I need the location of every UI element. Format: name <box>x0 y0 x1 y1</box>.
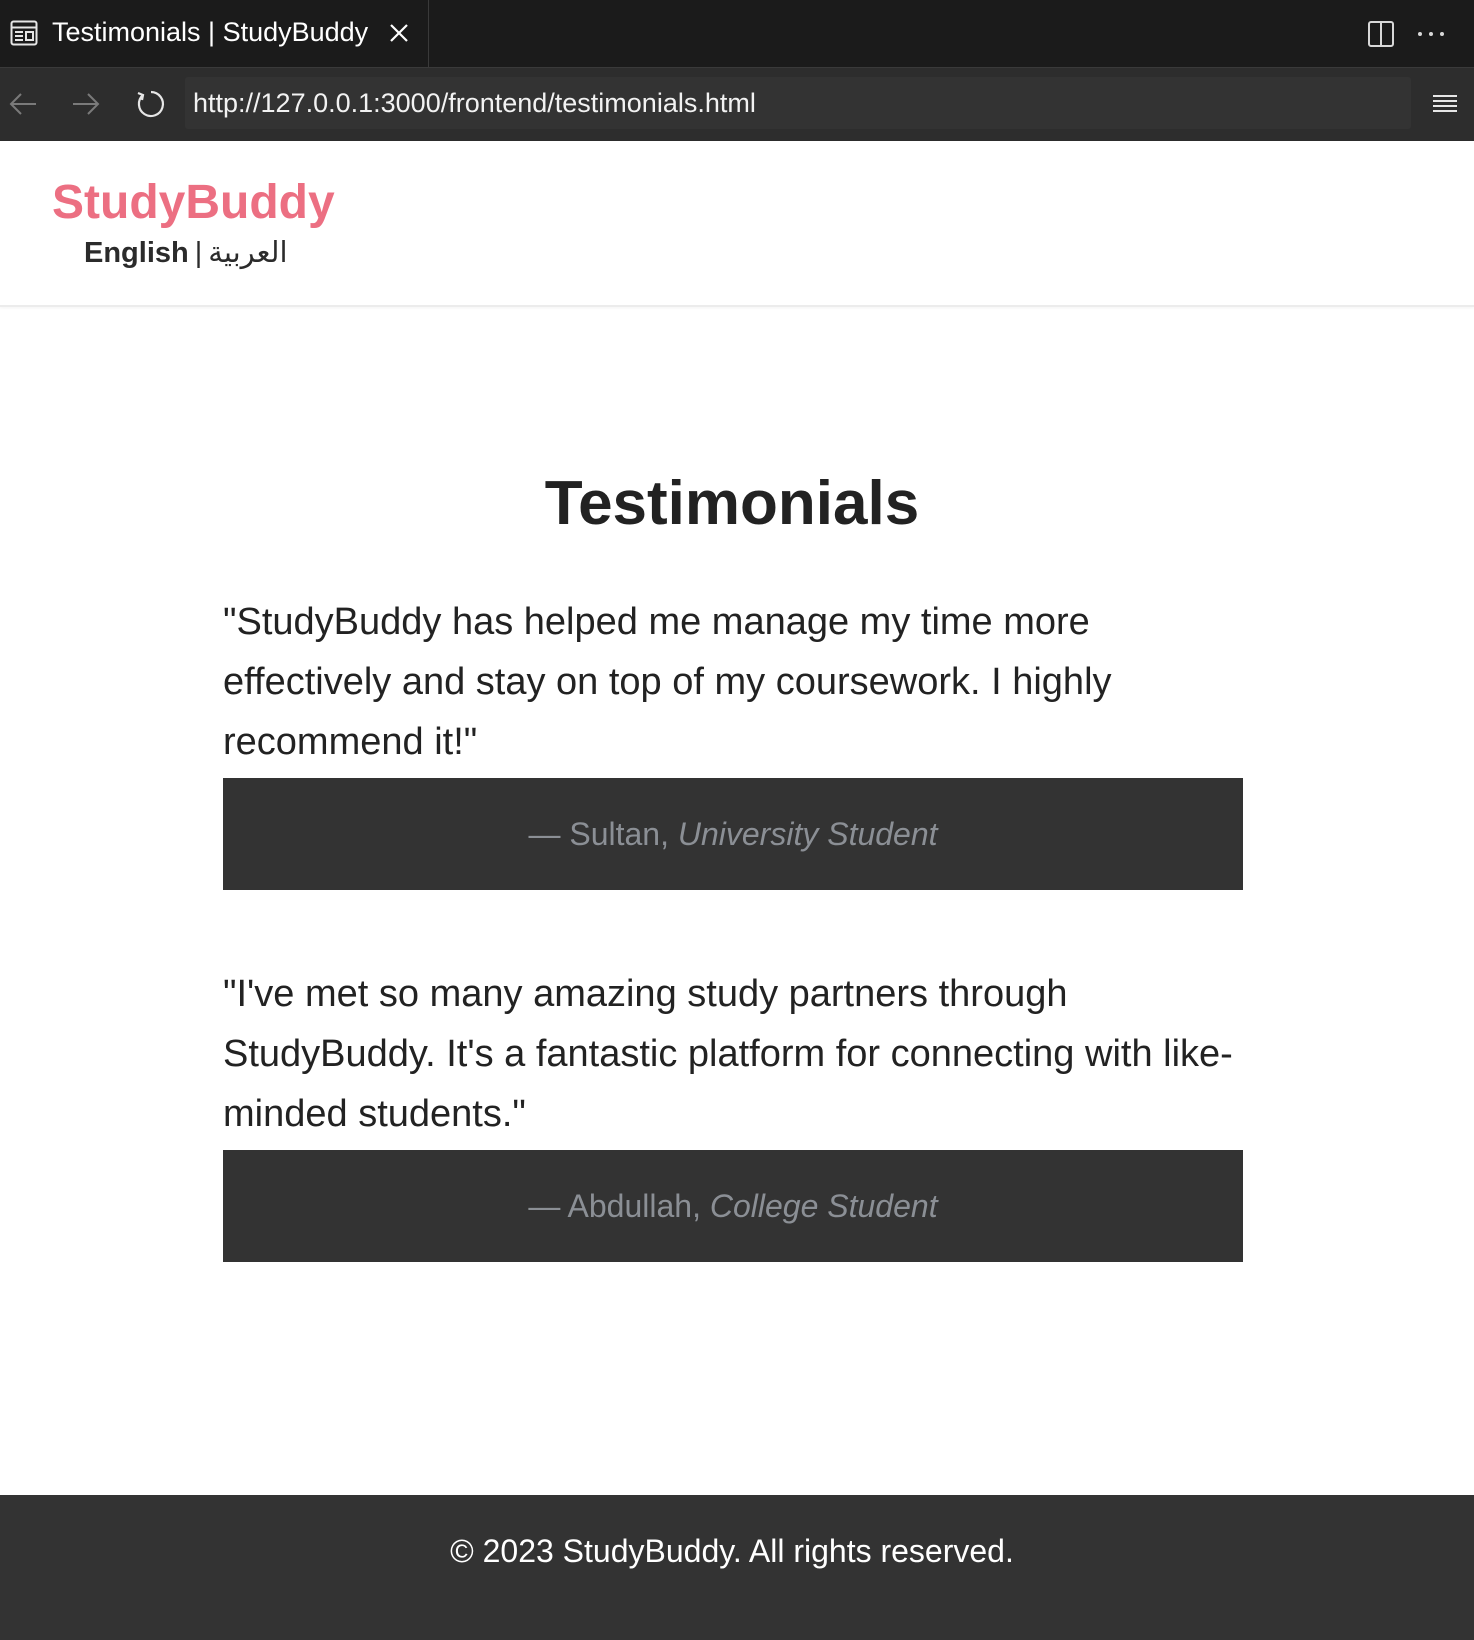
testimonial-quote: "StudyBuddy has helped me manage my time… <box>223 601 1112 763</box>
reload-icon[interactable] <box>134 87 168 121</box>
forward-arrow-icon[interactable] <box>69 87 103 121</box>
testimonial-card: "StudyBuddy has helped me manage my time… <box>223 592 1243 890</box>
site-header: StudyBuddy English | العربية <box>0 141 1474 307</box>
testimonial-card: "I've met so many amazing study partners… <box>223 964 1243 1262</box>
author-role: College Student <box>709 1187 938 1224</box>
tab-title: Testimonials | StudyBuddy <box>52 17 369 47</box>
page-icon <box>10 20 38 46</box>
testimonial-quote: "I've met so many amazing study partners… <box>223 973 1233 1135</box>
url-text[interactable]: http://127.0.0.1:3000/frontend/testimoni… <box>193 88 756 119</box>
testimonial-author: — Sultan, University Student <box>223 778 1243 890</box>
back-arrow-icon[interactable] <box>6 87 40 121</box>
close-icon[interactable] <box>386 20 412 46</box>
site-footer: © 2023 StudyBuddy. All rights reserved. <box>0 1495 1474 1640</box>
browser-tab-bar: Testimonials | StudyBuddy <box>0 0 1474 67</box>
split-view-icon[interactable] <box>1367 20 1395 48</box>
copyright-text: © 2023 StudyBuddy. All rights reserved. <box>450 1533 1014 1569</box>
page-title: Testimonials <box>544 469 920 538</box>
lang-english-link[interactable]: English <box>84 237 189 269</box>
lang-separator: | <box>194 237 203 269</box>
address-bar[interactable]: http://127.0.0.1:3000/frontend/testimoni… <box>185 77 1411 129</box>
browser-toolbar: http://127.0.0.1:3000/frontend/testimoni… <box>0 67 1474 141</box>
more-icon[interactable] <box>1415 20 1447 48</box>
site-logo[interactable]: StudyBuddy <box>52 175 335 230</box>
menu-icon[interactable] <box>1428 87 1462 121</box>
testimonial-author: — Abdullah, College Student <box>223 1150 1243 1262</box>
author-role: University Student <box>677 815 938 852</box>
author-name: — Sultan, <box>528 815 669 852</box>
author-name: — Abdullah, <box>528 1187 701 1224</box>
language-switcher: English | العربية <box>84 235 288 270</box>
lang-arabic-link[interactable]: العربية <box>208 237 287 269</box>
browser-tab[interactable]: Testimonials | StudyBuddy <box>0 0 429 67</box>
